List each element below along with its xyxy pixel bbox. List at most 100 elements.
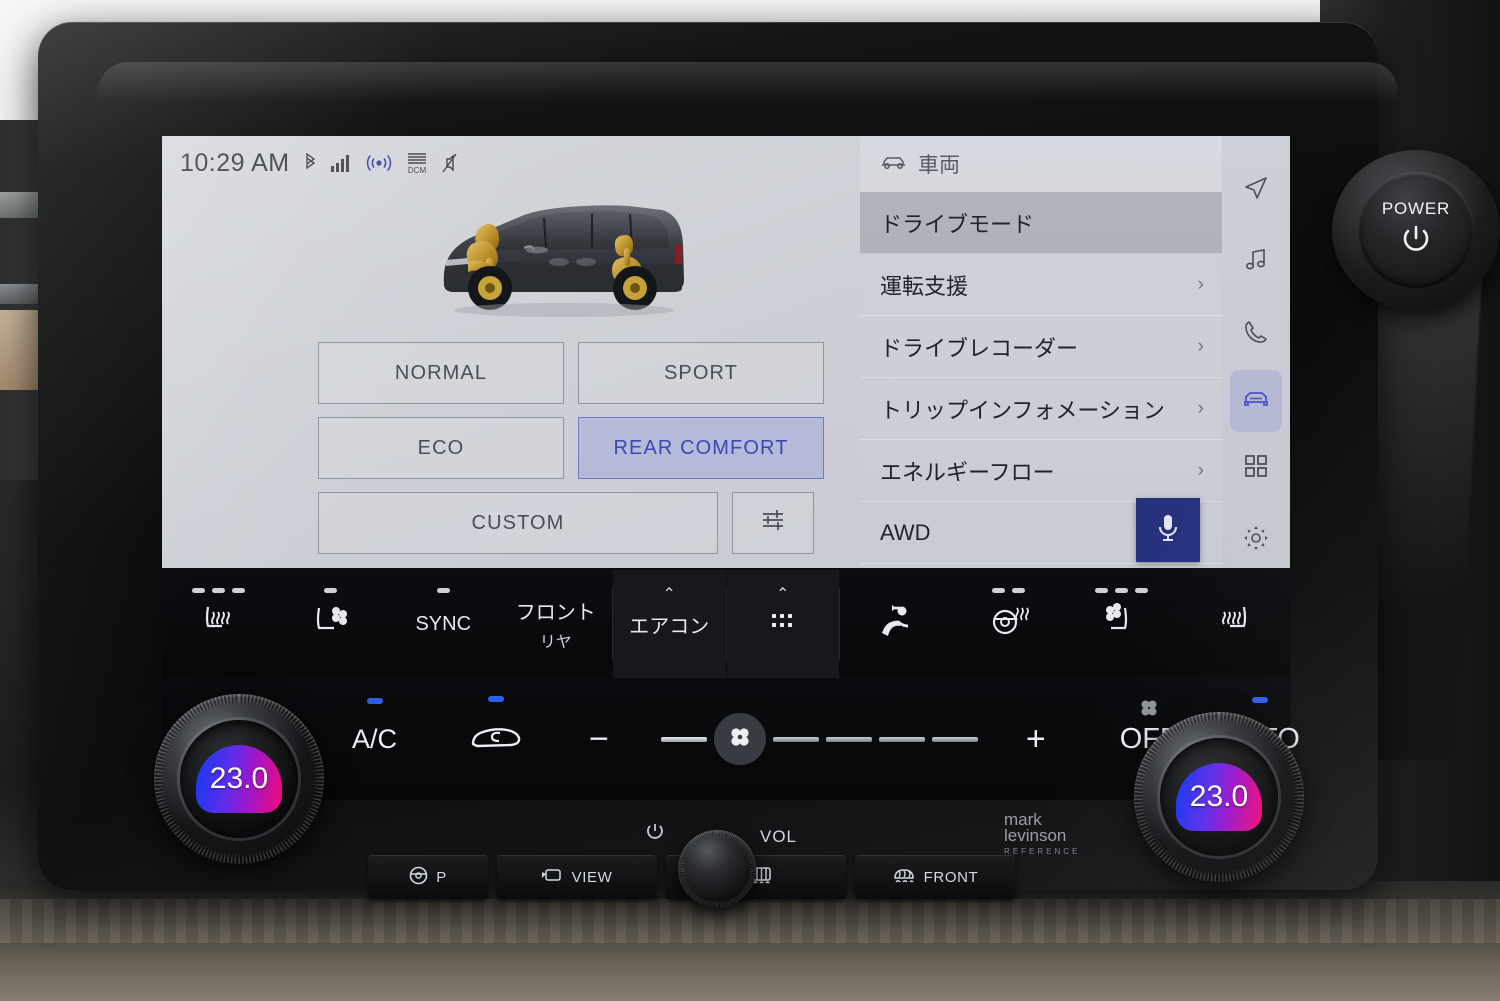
menu-item-drive-mode[interactable]: ドライブモード	[860, 192, 1222, 254]
park-label: P	[436, 868, 447, 886]
climate-touch-bar: SYNC フロント リヤ ⌃ エアコン ⌃	[162, 570, 1290, 678]
passenger-seat-ventilation-indicators	[1094, 588, 1148, 593]
front-defroster-icon	[892, 865, 916, 889]
drive-mode-adjust-button[interactable]	[732, 492, 814, 554]
seat-heater-icon	[198, 602, 238, 646]
sync-button[interactable]: SYNC	[387, 570, 500, 678]
brand-line-2: levinson	[1004, 826, 1067, 846]
status-bar: 10:29 AM DCM	[162, 136, 862, 190]
ac-button[interactable]: A/C	[352, 697, 398, 755]
menu-item-trip-information[interactable]: トリップインフォメーション ›	[860, 378, 1222, 440]
sync-label: SYNC	[415, 612, 472, 635]
driver-seat-heater-button[interactable]	[162, 570, 275, 678]
drive-mode-row-3: CUSTOM	[318, 492, 824, 554]
recirculation-indicator	[488, 695, 505, 702]
menu-header-title: 車両	[918, 154, 960, 177]
sidebar-item-settings[interactable]	[1222, 504, 1290, 568]
sidebar-item-phone[interactable]	[1222, 298, 1290, 370]
driver-seat-heater-indicators	[191, 588, 245, 593]
fan-segment[interactable]	[931, 736, 978, 742]
audio-brand-badge: mark levinson REFERENCE	[1004, 811, 1080, 855]
power-icon[interactable]	[646, 822, 664, 845]
recirculation-button[interactable]	[469, 695, 523, 757]
sidebar-item-apps[interactable]	[1222, 432, 1290, 504]
fan-segment[interactable]	[660, 736, 707, 742]
menu-item-label: エネルギーフロー	[880, 459, 1055, 485]
fan-segment[interactable]	[878, 736, 925, 742]
menu-item-drive-recorder[interactable]: ドライブレコーダー ›	[860, 316, 1222, 378]
aircon-panel-button[interactable]: ⌃ エアコン	[613, 570, 726, 678]
drive-mode-rear-comfort[interactable]: REAR COMFORT	[578, 417, 824, 479]
steering-wheel-heater-button[interactable]	[953, 570, 1066, 678]
drive-mode-selector: NORMAL SPORT ECO REAR COMFORT CUSTOM	[318, 342, 824, 567]
bluetooth-icon	[304, 153, 317, 173]
vehicle-icon	[1241, 388, 1271, 415]
camera-view-button[interactable]: VIEW	[497, 855, 657, 899]
drive-mode-row-1: NORMAL SPORT	[318, 342, 824, 404]
navigation-icon	[1243, 175, 1269, 206]
drive-mode-sport[interactable]: SPORT	[578, 342, 824, 404]
voice-command-button[interactable]	[1136, 498, 1200, 562]
chevron-right-icon: ›	[1197, 397, 1204, 419]
seat-heater-icon	[1214, 602, 1254, 646]
seat-ventilation-icon	[310, 602, 352, 646]
seat-position-button[interactable]	[840, 570, 953, 678]
park-assist-button[interactable]: P	[368, 855, 488, 899]
chevron-right-icon: ›	[1197, 459, 1204, 481]
driver-temp-knob[interactable]: 23.0	[154, 694, 324, 864]
connectivity-icon	[366, 154, 392, 172]
drive-mode-eco[interactable]: ECO	[318, 417, 564, 479]
menu-item-driving-assist[interactable]: 運転支援 ›	[860, 254, 1222, 316]
fan-increase-button[interactable]: +	[1026, 720, 1046, 759]
power-start-button[interactable]: POWER	[1332, 150, 1500, 310]
passenger-seat-ventilation-button[interactable]	[1065, 570, 1178, 678]
front-defroster-button[interactable]: FRONT	[855, 855, 1015, 899]
apps-icon	[1244, 454, 1268, 483]
dcm-icon: DCM	[406, 152, 428, 174]
menu-item-energy-flow[interactable]: エネルギーフロー ›	[860, 440, 1222, 502]
front-rear-toggle-button[interactable]: フロント リヤ	[500, 570, 613, 678]
main-display[interactable]: 10:29 AM DCM NORMAL SPORT ECO REAR COMFO…	[162, 136, 1290, 568]
drive-mode-custom[interactable]: CUSTOM	[318, 492, 718, 554]
menu-item-label: ドライブレコーダー	[880, 335, 1079, 361]
car-icon	[880, 152, 907, 176]
steering-heater-indicators	[992, 588, 1026, 593]
rear-label: リヤ	[539, 634, 572, 651]
seat-ventilation-icon	[1100, 602, 1142, 646]
menu-header: 車両	[860, 136, 1222, 192]
fan-segment[interactable]	[772, 736, 819, 742]
ac-label: A/C	[352, 723, 398, 754]
driver-seat-ventilation-button[interactable]	[275, 570, 388, 678]
more-options-button[interactable]: ⌃	[726, 570, 839, 678]
sliders-icon	[760, 507, 786, 539]
drive-mode-normal[interactable]: NORMAL	[318, 342, 564, 404]
fan-slider-handle[interactable]	[713, 713, 766, 765]
volume-knob[interactable]	[678, 830, 756, 908]
ac-indicator	[366, 697, 383, 704]
sync-indicator	[436, 588, 450, 593]
fan-decrease-button[interactable]: −	[589, 720, 609, 759]
sidebar-item-vehicle[interactable]	[1230, 370, 1282, 432]
fan-icon	[727, 724, 753, 755]
fan-segment[interactable]	[825, 736, 872, 742]
steering-wheel-icon	[409, 866, 428, 889]
fan-control-row: A/C − + OFF	[162, 678, 1300, 800]
menu-item-label: AWD	[880, 519, 931, 545]
sidebar-item-media[interactable]	[1222, 226, 1290, 298]
auto-indicator	[1251, 696, 1268, 703]
leather-stitching	[0, 899, 1500, 943]
passenger-seat-heater-button[interactable]	[1178, 570, 1291, 678]
mute-icon	[442, 153, 458, 173]
driver-seat-ventilation-indicators	[324, 588, 338, 593]
microphone-icon	[1155, 512, 1181, 549]
sidebar-item-navigation[interactable]	[1222, 154, 1290, 226]
passenger-temp-knob[interactable]: 23.0	[1134, 712, 1304, 882]
menu-item-label: トリップインフォメーション	[880, 397, 1165, 423]
clock: 10:29 AM	[180, 148, 290, 177]
fan-speed-slider[interactable]	[660, 713, 978, 765]
fan-off-icon	[1138, 697, 1160, 724]
start-button-face[interactable]: POWER	[1358, 172, 1474, 288]
chevron-right-icon: ›	[1197, 335, 1204, 357]
recirculation-icon	[469, 722, 523, 757]
